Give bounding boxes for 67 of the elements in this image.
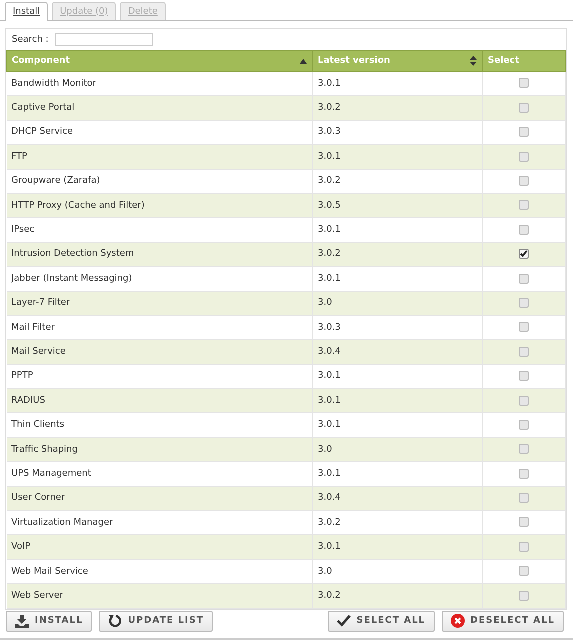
table-cell: Jabber (Instant Messaging) xyxy=(6,266,312,292)
table-cell: 3.0.1 xyxy=(312,218,482,242)
select-checkbox[interactable] xyxy=(519,200,529,210)
select-checkbox[interactable] xyxy=(519,152,529,162)
table-cell: Captive Portal xyxy=(6,96,312,120)
select-checkbox[interactable] xyxy=(519,176,529,186)
select-checkbox[interactable] xyxy=(519,346,529,357)
select-checkbox[interactable] xyxy=(519,566,529,576)
select-checkbox[interactable] xyxy=(519,298,529,308)
table-cell: 3.0.4 xyxy=(312,486,482,511)
select-checkbox[interactable] xyxy=(519,78,529,88)
table-cell: UPS Management xyxy=(6,462,312,486)
update-list-button[interactable]: UPDATE LIST xyxy=(99,610,214,632)
install-button[interactable]: INSTALL xyxy=(6,610,92,632)
table-cell: 3.0 xyxy=(312,437,482,462)
table-cell: 3.0.1 xyxy=(312,388,482,413)
table-cell: Intrusion Detection System xyxy=(6,242,312,267)
table-cell: Groupware (Zarafa) xyxy=(6,169,312,194)
table-cell: RADIUS xyxy=(6,388,312,413)
check-icon xyxy=(336,615,351,628)
table-cell: 3.0.2 xyxy=(312,169,482,194)
select-checkbox[interactable] xyxy=(519,542,529,552)
select-checkbox[interactable] xyxy=(519,396,529,406)
deselect-all-button[interactable]: DESELECT ALL xyxy=(442,610,564,632)
tab[interactable]: Install xyxy=(5,2,48,21)
select-checkbox[interactable] xyxy=(519,468,529,479)
select-checkbox[interactable] xyxy=(519,224,529,235)
sort-icon xyxy=(470,56,477,66)
select-checkbox[interactable] xyxy=(519,517,529,528)
table-cell: Thin Clients xyxy=(6,412,312,438)
select-checkbox[interactable] xyxy=(519,371,529,382)
search-label: Search : xyxy=(12,34,49,44)
table-cell: Web Server xyxy=(6,584,312,608)
table-cell: 3.0 xyxy=(312,291,482,316)
select-checkbox[interactable] xyxy=(519,249,529,260)
table-cell: FTP xyxy=(6,144,312,170)
table-cell: Traffic Shaping xyxy=(6,437,312,462)
search-field[interactable] xyxy=(54,33,153,46)
table-cell: User Corner xyxy=(6,486,312,511)
cancel-icon xyxy=(450,614,465,628)
table-cell: 3.0.1 xyxy=(312,462,482,486)
select-checkbox[interactable] xyxy=(519,444,529,454)
table-cell: Mail Service xyxy=(6,340,312,364)
table-cell: 3.0.4 xyxy=(312,340,482,364)
table-cell: IPsec xyxy=(6,218,312,242)
select-checkbox[interactable] xyxy=(519,493,529,504)
table-cell: 3.0.1 xyxy=(312,534,482,560)
table-cell: Layer-7 Filter xyxy=(6,291,312,316)
table-cell: 3.0.5 xyxy=(312,193,482,218)
table-cell: 3.0.2 xyxy=(312,242,482,267)
select-checkbox[interactable] xyxy=(519,274,529,284)
table-cell: 3.0.1 xyxy=(312,144,482,170)
table-cell: HTTP Proxy (Cache and Filter) xyxy=(6,193,312,218)
select-checkbox[interactable] xyxy=(519,127,529,138)
select-checkbox[interactable] xyxy=(519,102,529,113)
table-cell: 3.0.2 xyxy=(312,584,482,608)
select-checkbox[interactable] xyxy=(519,322,529,332)
table-cell: 3.0.1 xyxy=(312,412,482,438)
sort-ascending-icon xyxy=(300,58,307,64)
table-cell: VoIP xyxy=(6,534,312,560)
select-all-button[interactable]: SELECT ALL xyxy=(328,610,435,632)
table-cell: 3.0.2 xyxy=(312,96,482,120)
select-checkbox[interactable] xyxy=(519,590,529,601)
refresh-icon xyxy=(108,614,122,628)
select-checkbox[interactable] xyxy=(519,420,529,430)
download-icon xyxy=(15,614,29,628)
table-cell: 3.0.1 xyxy=(312,266,482,292)
